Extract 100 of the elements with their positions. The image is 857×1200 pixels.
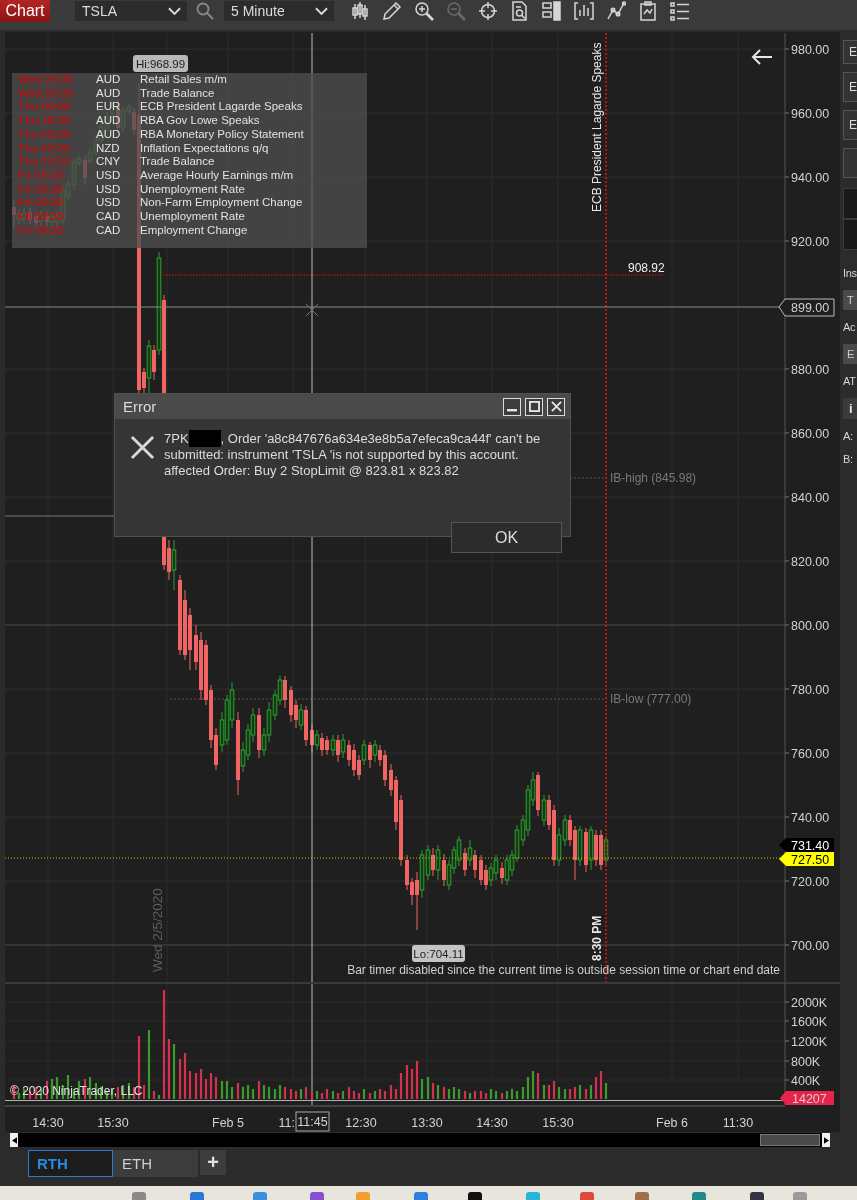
ib-low-label: IB-low (777.00) [610, 692, 692, 706]
event-name: Unemployment Rate [140, 182, 246, 197]
volume-axis-label: 2000K [791, 995, 828, 1010]
price-axis-label: 780.00 [791, 682, 830, 697]
price-axis-label: 920.00 [791, 234, 830, 249]
event-name: Inflation Expectations q/q [140, 141, 270, 156]
volume-axis-label: 400K [791, 1073, 821, 1088]
last-volume-label: 14207 [780, 1091, 834, 1105]
price-axis-label: 980.00 [791, 42, 830, 57]
price-axis-label: 940.00 [791, 170, 830, 185]
event-time: Wed 20:30 [18, 73, 75, 87]
session-tab[interactable]: RTH [28, 1150, 113, 1177]
time-axis-label: Feb 5 [212, 1116, 244, 1130]
chart-window-tab[interactable]: Chart [0, 0, 50, 22]
event-name: RBA Monetary Policy Statement [140, 127, 305, 142]
ib-high-label: IB-high (845.98) [610, 471, 697, 485]
time-axis-label: 15:30 [542, 1116, 574, 1130]
event-time: Thu 04:00 [18, 100, 71, 115]
time-axis-label: 11:30 [722, 1116, 754, 1130]
time-axis-label: 12:30 [345, 1116, 377, 1130]
high-price-label: Hi:968.99 [133, 55, 188, 72]
error-message: 7PK , Order 'a8c847676a634e3e8b5a7efeca9ca44f' can't be submitted: instrument 'TSLA 'is not supported by this account. affected Order: Buy 2 StopLimit @ 823.81 x 823.82 [164, 430, 542, 480]
minimize-button[interactable] [503, 397, 521, 416]
close-icon [550, 401, 562, 412]
currency-code: NZD [96, 141, 121, 156]
pencil-icon[interactable] [382, 1, 402, 21]
field-label: A: [843, 429, 854, 443]
price-axis-label: 800.00 [791, 618, 830, 633]
scroll-left-button[interactable] [10, 1133, 18, 1147]
price-axis-label: 740.00 [791, 810, 830, 825]
dialog-title: Error [123, 398, 157, 415]
info-button[interactable]: i [843, 398, 857, 419]
crosshair-icon[interactable] [478, 1, 498, 21]
price-marker-label: 727.50 [779, 852, 834, 867]
input-field[interactable]: T [843, 290, 857, 310]
price-axis-label: 840.00 [791, 490, 830, 505]
clipboard-icon[interactable] [638, 1, 658, 21]
currency-code: AUD [96, 73, 122, 87]
session-tab[interactable]: ETH [113, 1150, 198, 1177]
crosshair-cursor-icon [305, 302, 319, 318]
display-box [843, 219, 857, 250]
left-triangle-icon [11, 1136, 17, 1144]
ok-button[interactable]: OK [451, 522, 562, 553]
panel-layout-icon[interactable] [542, 1, 562, 21]
currency-code: AUD [96, 86, 122, 101]
input-field[interactable]: E [843, 344, 857, 364]
currency-code: USD [96, 182, 122, 197]
currency-code: CNY [96, 155, 122, 169]
candlestick-icon[interactable] [350, 1, 370, 21]
time-axis-label: 13:30 [411, 1116, 443, 1130]
side-button[interactable]: E [843, 110, 857, 140]
document-search-icon[interactable] [510, 1, 530, 21]
minimize-icon [507, 409, 517, 412]
event-name: RBA Gov Lowe Speaks [140, 114, 261, 128]
scroll-right-button[interactable] [822, 1133, 830, 1147]
event-time: Thu 20:30 [18, 127, 71, 142]
volume-axis-label: 800K [791, 1054, 821, 1069]
price-axis-label: 700.00 [791, 938, 830, 953]
display-box [843, 188, 857, 219]
currency-code: USD [96, 168, 122, 183]
event-time: Fri 09:30 [18, 168, 65, 183]
line-chart-icon[interactable] [606, 1, 626, 21]
volume-axis-label: 1200K [791, 1034, 828, 1049]
price-axis-label: 960.00 [791, 106, 830, 121]
low-price-label: Lo:704.11 [412, 945, 465, 962]
cross-mark-icon [130, 435, 155, 460]
search-icon[interactable] [196, 2, 214, 20]
event-time: Thu 23:03 [18, 155, 71, 169]
price-axis-label: 860.00 [791, 426, 830, 441]
volume-axis-label: 1600K [791, 1014, 828, 1029]
close-button[interactable] [547, 397, 565, 416]
currency-code: AUD [96, 127, 122, 142]
add-tab-button[interactable]: + [200, 1150, 226, 1175]
price-level-label: 908.92 [628, 261, 665, 275]
back-arrow-icon[interactable] [751, 49, 773, 65]
chevron-down-icon [315, 6, 328, 16]
event-name: Retail Sales m/m [140, 73, 228, 87]
side-button[interactable]: E [843, 40, 857, 64]
horizontal-scrollbar[interactable] [10, 1133, 830, 1147]
field-label: Ac [843, 320, 857, 334]
maximize-button[interactable] [525, 397, 543, 416]
event-time: Fri 09:30 [18, 196, 65, 211]
event-name: Non-Farm Employment Change [140, 196, 304, 211]
interval-dropdown[interactable]: 5 Minute [224, 1, 334, 21]
event-time: Fri 09:30 [18, 210, 65, 224]
price-axis-label: 820.00 [791, 554, 830, 569]
currency-code: USD [96, 196, 122, 211]
currency-code: CAD [96, 210, 122, 224]
instrument-dropdown[interactable]: TSLA [75, 1, 187, 21]
event-label: ECB President Lagarde Speaks [590, 42, 604, 212]
time-axis-label: 11: [278, 1116, 295, 1130]
scrollbar-thumb[interactable] [760, 1134, 820, 1146]
list-icon[interactable] [670, 1, 690, 21]
bar-chart-icon[interactable] [574, 1, 594, 21]
event-name: ECB President Lagarde Speaks [140, 100, 304, 115]
event-time: Fri 09:30 [18, 223, 65, 238]
zoom-in-icon[interactable] [414, 1, 434, 21]
side-button[interactable]: E [843, 72, 857, 102]
price-marker-label: 731.40 [779, 838, 834, 853]
price-axis-label: 720.00 [791, 874, 830, 889]
